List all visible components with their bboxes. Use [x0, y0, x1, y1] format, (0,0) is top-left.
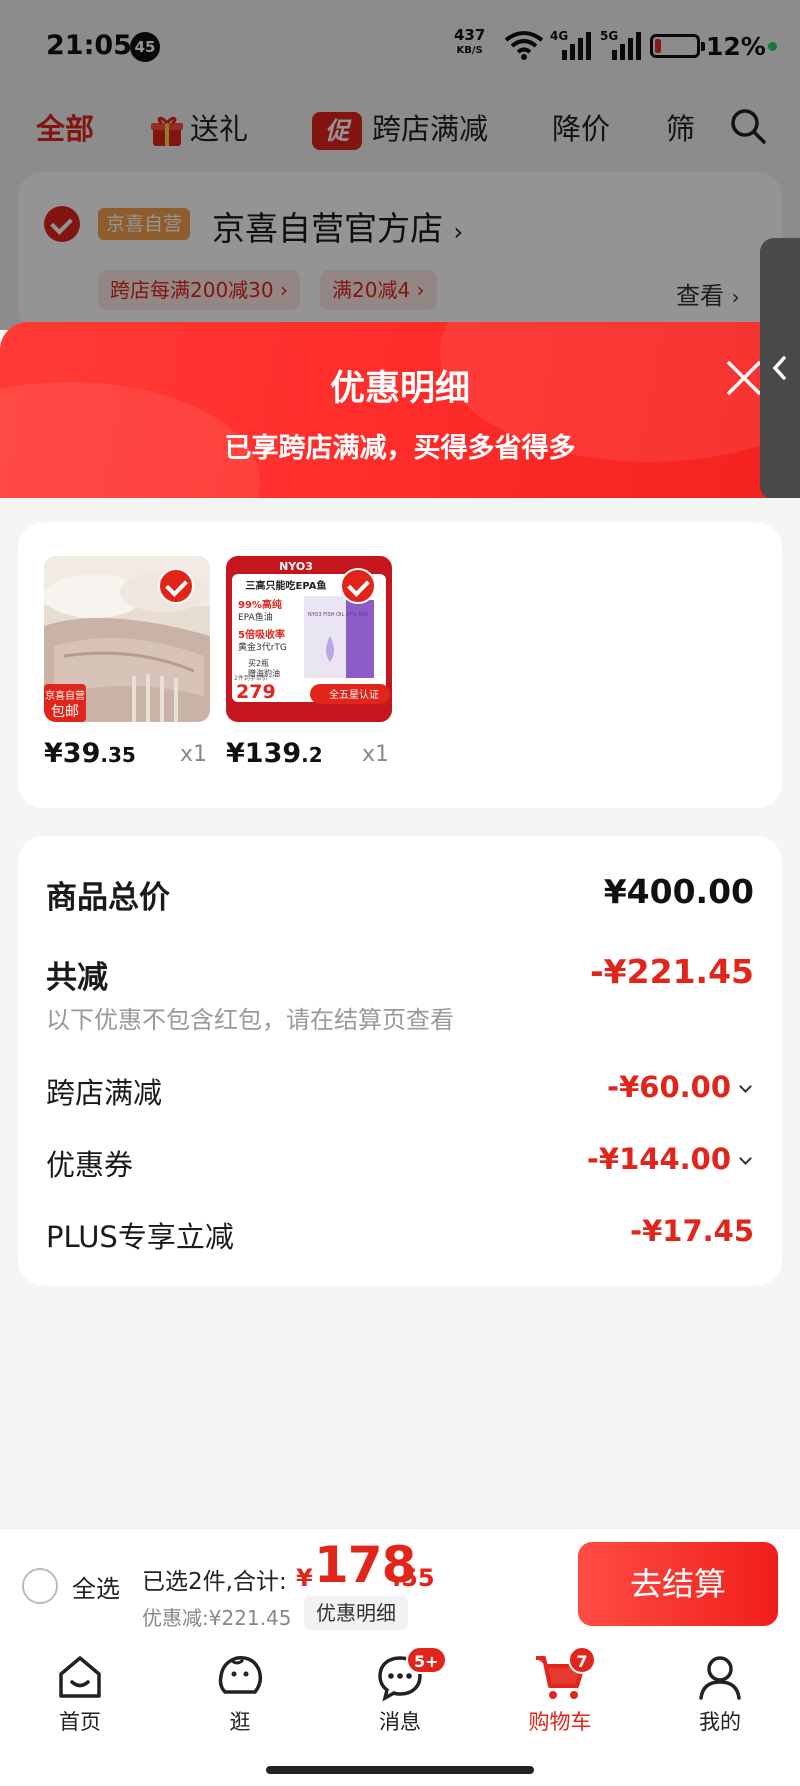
chevron-down-icon	[739, 1080, 752, 1093]
coupon-label: 优惠券	[46, 1148, 134, 1182]
svg-text:买2瓶: 买2瓶	[248, 658, 269, 668]
product-checked-icon[interactable]	[340, 568, 376, 604]
coupon-value[interactable]: -¥144.00	[587, 1142, 752, 1176]
svg-text:279: 279	[236, 681, 276, 703]
cart-badge: 7	[568, 1646, 596, 1674]
product-price: ¥139.2	[226, 738, 323, 769]
chevron-left-icon	[772, 356, 786, 380]
total-price-value: ¥400.00	[603, 872, 754, 911]
total-reduction-value: -¥221.45	[589, 952, 754, 991]
cross-store-discount-label: 跨店满减	[46, 1076, 163, 1110]
svg-text:5倍吸收率: 5倍吸收率	[238, 628, 285, 641]
total-amount-decimal: .55	[392, 1564, 435, 1592]
svg-text:NYO3: NYO3	[279, 560, 313, 573]
sheet-subtitle: 已享跨店满减，买得多省得多	[224, 433, 576, 464]
checkout-button[interactable]: 去结算	[578, 1542, 778, 1626]
nav-browse[interactable]: 逛	[180, 1652, 300, 1736]
svg-text:全五星认证: 全五星认证	[329, 688, 379, 701]
cross-store-discount-value[interactable]: -¥60.00	[607, 1070, 752, 1104]
messages-badge: 5+	[406, 1646, 447, 1674]
select-all-checkbox[interactable]	[22, 1568, 58, 1604]
svg-text:黄金3代rTG: 黄金3代rTG	[238, 641, 287, 653]
home-icon	[59, 1656, 101, 1698]
discount-summary-text: 优惠减:¥221.45	[142, 1606, 292, 1630]
svg-text:三高只能吃EPA鱼: 三高只能吃EPA鱼	[246, 579, 327, 592]
discount-sheet-header: 优惠明细 已享跨店满减，买得多省得多	[0, 322, 800, 498]
reduction-note: 以下优惠不包含红包，请在结算页查看	[46, 1006, 454, 1034]
nav-home[interactable]: 首页	[20, 1652, 140, 1736]
chevron-down-icon	[739, 1152, 752, 1165]
discount-detail-button[interactable]: 优惠明细	[304, 1596, 408, 1630]
svg-text:包邮: 包邮	[51, 704, 79, 720]
nav-cart[interactable]: 购物车	[500, 1652, 620, 1736]
plus-discount-value: -¥17.45	[630, 1214, 754, 1248]
selected-count-text: 已选2件,合计:	[142, 1569, 287, 1595]
browse-icon	[218, 1656, 263, 1694]
product-price: ¥39.35	[44, 738, 136, 769]
product-quantity: x1	[180, 742, 208, 767]
svg-text:京喜自营: 京喜自营	[45, 689, 85, 702]
product-checked-icon[interactable]	[158, 568, 194, 604]
sheet-title: 优惠明细	[329, 369, 470, 409]
total-reduction-label: 共减	[46, 960, 108, 996]
home-indicator[interactable]	[266, 1766, 534, 1774]
total-price-label: 商品总价	[46, 880, 170, 916]
overlay-dim[interactable]	[0, 0, 800, 330]
close-icon[interactable]	[724, 358, 764, 398]
plus-discount-label: PLUS专享立减	[46, 1220, 234, 1254]
svg-text:NYO3 FISH OIL 97% EPA: NYO3 FISH OIL 97% EPA	[308, 612, 368, 618]
side-drawer-handle[interactable]	[760, 238, 800, 500]
total-currency: ¥	[296, 1564, 313, 1592]
nav-profile[interactable]: 我的	[660, 1652, 780, 1736]
svg-text:99%高纯: 99%高纯	[238, 598, 282, 611]
svg-text:EPA鱼油: EPA鱼油	[238, 611, 273, 623]
product-quantity: x1	[362, 742, 390, 767]
select-all-label[interactable]: 全选	[72, 1569, 120, 1604]
profile-icon	[699, 1656, 741, 1700]
